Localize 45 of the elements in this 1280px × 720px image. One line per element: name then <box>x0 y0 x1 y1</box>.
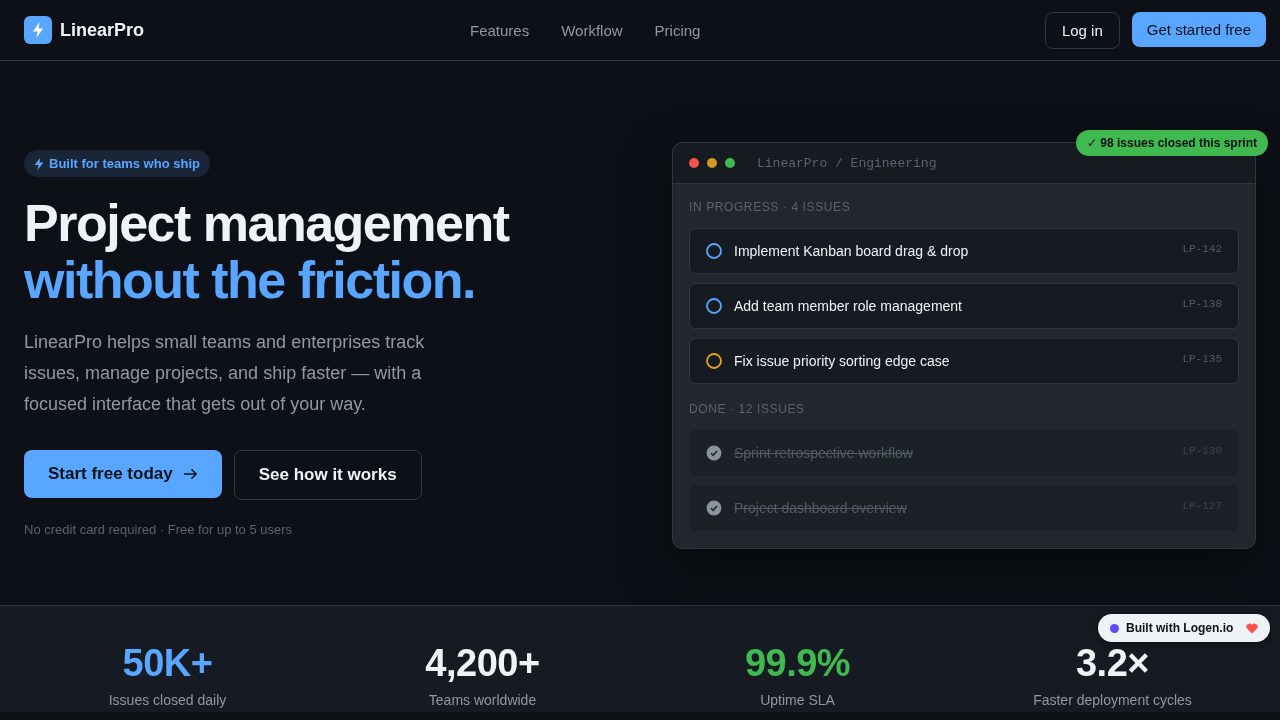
bolt-icon <box>34 157 44 170</box>
nav-link[interactable]: Workflow <box>561 21 623 39</box>
heart-icon <box>1246 622 1259 634</box>
issue-title: Project dashboard overview <box>734 500 908 516</box>
hero-description: LinearPro helps small teams and enterprises track issues, manage projects, and ship faster — with a focused interface that gets out of your way. <box>24 331 426 416</box>
stat-label: Uptime SLA <box>760 692 835 708</box>
issue-title: Fix issue priority sorting edge case <box>734 353 951 369</box>
close-dot-icon <box>689 158 699 168</box>
issue-title: Sprint retrospective workflow <box>734 445 914 461</box>
stat-value: 50K+ <box>122 642 213 684</box>
stat-value: 99.9% <box>744 642 851 684</box>
brand-name: LinearPro <box>60 19 145 41</box>
issue-row[interactable]: Add team member role management LP-138 <box>689 283 1239 329</box>
group-heading: IN PROGRESS · 4 ISSUES <box>689 200 852 214</box>
signup-note: No credit card required · Free for up to 5 users <box>24 522 294 537</box>
nav-link[interactable]: Features <box>470 21 530 39</box>
stat-label: Issues closed daily <box>108 692 227 708</box>
built-with-text: Built with Logen.io <box>1126 621 1234 635</box>
issue-id: LP-138 <box>1182 298 1222 310</box>
logo-bolt-icon <box>24 16 52 44</box>
issue-row[interactable]: Fix issue priority sorting edge case LP-135 <box>689 338 1239 384</box>
issue-title: Implement Kanban board drag & drop <box>734 243 970 259</box>
hero-heading: Project management without the friction. <box>24 195 510 309</box>
stat-label: Teams worldwide <box>428 692 537 708</box>
dot-icon <box>1110 623 1119 633</box>
start-free-button[interactable]: Start free today <box>24 450 222 498</box>
issue-row[interactable]: Implement Kanban board drag & drop LP-142 <box>689 228 1239 274</box>
minimize-dot-icon <box>707 158 717 168</box>
window-title: LinearPro / Engineering <box>757 155 937 171</box>
stat-value: 4,200+ <box>425 642 540 684</box>
login-button[interactable]: Log in <box>1044 11 1120 49</box>
see-how-button[interactable]: See how it works <box>233 450 422 500</box>
issue-title: Add team member role management <box>734 298 963 314</box>
badge-text: Built for teams who ship <box>49 156 200 171</box>
issue-id: LP-135 <box>1182 353 1222 365</box>
sprint-badge: ✓ 98 issues closed this sprint <box>1075 130 1268 156</box>
issue-id: LP-142 <box>1182 243 1222 255</box>
group-heading: DONE · 12 ISSUES <box>689 402 806 416</box>
stat-label: Faster deployment cycles <box>1033 692 1192 708</box>
built-with-badge[interactable]: Built with Logen.io <box>1098 614 1271 642</box>
nav-link[interactable]: Pricing <box>654 21 701 39</box>
maximize-dot-icon <box>725 158 735 168</box>
arrow-right-icon <box>182 468 198 480</box>
stat-value: 3.2× <box>1076 642 1149 684</box>
get-started-button[interactable]: Get started free <box>1131 11 1266 47</box>
